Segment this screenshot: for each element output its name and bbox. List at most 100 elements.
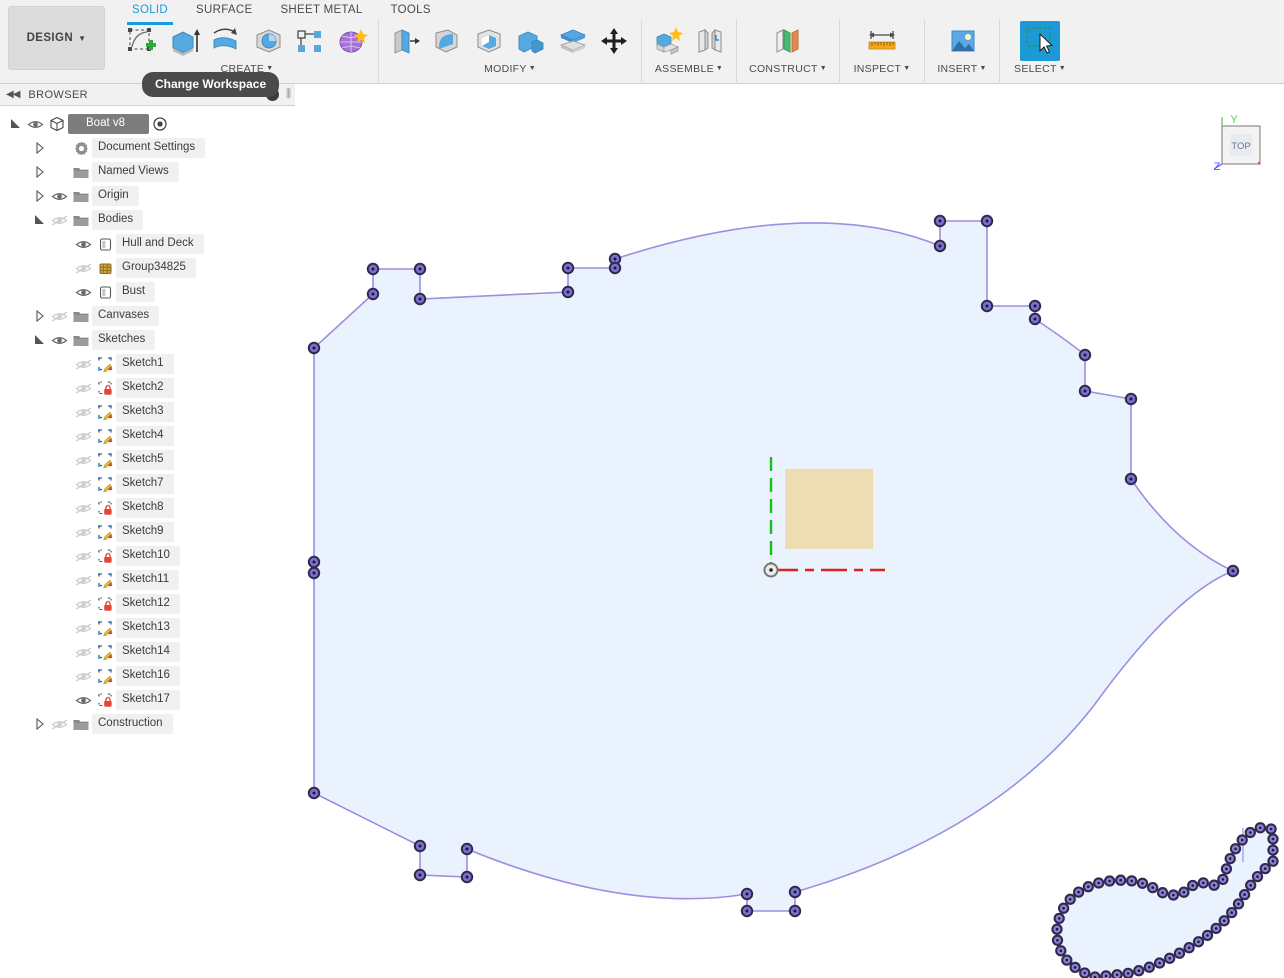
sketch-point[interactable] <box>366 287 380 301</box>
sketch-point[interactable] <box>1218 915 1230 927</box>
tree-node-label[interactable]: Sketch16 <box>116 666 180 686</box>
shell-icon[interactable] <box>469 21 509 61</box>
tree-node-sketch14[interactable]: Sketch14 <box>0 640 295 664</box>
tree-node-sketch2[interactable]: Sketch2 <box>0 376 295 400</box>
eye-hidden-icon[interactable] <box>72 256 94 280</box>
sketch-point[interactable] <box>1173 947 1186 959</box>
tree-node-label[interactable]: Sketch11 <box>116 570 180 590</box>
sketch-point[interactable] <box>1251 870 1264 883</box>
sketch-point[interactable] <box>1143 961 1155 973</box>
eye-hidden-icon[interactable] <box>72 376 94 400</box>
toolbar-group-construct-label[interactable]: CONSTRUCT ▼ <box>743 62 833 80</box>
sketch-point[interactable] <box>1238 888 1251 901</box>
tree-node-sketch10[interactable]: Sketch10 <box>0 544 295 568</box>
sketch-point[interactable] <box>1093 877 1105 889</box>
sketch-point[interactable] <box>1210 922 1222 935</box>
tab-sheet-metal[interactable]: SHEET METAL <box>266 0 376 22</box>
sketch-point[interactable] <box>1224 852 1236 865</box>
fillet-icon[interactable] <box>427 21 467 61</box>
sketch-point[interactable] <box>1124 472 1138 486</box>
tree-node-sketch3[interactable]: Sketch3 <box>0 400 295 424</box>
pattern-icon[interactable] <box>290 21 330 61</box>
workspace-switcher-button[interactable]: DESIGN ▼ <box>8 6 105 70</box>
eye-hidden-icon[interactable] <box>72 568 94 592</box>
sketch-point[interactable] <box>1147 881 1159 894</box>
eye-hidden-icon[interactable] <box>72 472 94 496</box>
construct-plane-icon[interactable] <box>768 21 808 61</box>
sketch-point[interactable] <box>1183 942 1195 954</box>
offset-face-icon[interactable] <box>553 21 593 61</box>
sketch-point[interactable] <box>460 870 474 884</box>
tree-twisty-closed-icon[interactable] <box>32 136 48 160</box>
sketch-point[interactable] <box>1267 833 1279 845</box>
sketch-point[interactable] <box>1069 961 1081 974</box>
tree-node-label[interactable]: Sketches <box>92 330 156 350</box>
sweep-icon[interactable] <box>248 21 288 61</box>
eye-hidden-icon[interactable] <box>72 616 94 640</box>
tree-node-label[interactable]: Bust <box>116 282 156 302</box>
sketch-point[interactable] <box>1226 564 1240 578</box>
tree-node-label[interactable]: Sketch3 <box>116 402 174 422</box>
sketch-point[interactable] <box>1028 299 1042 313</box>
tree-node-label[interactable]: Sketch14 <box>116 642 180 662</box>
eye-visible-icon[interactable] <box>48 328 70 352</box>
tree-node-label[interactable]: Sketch10 <box>116 546 180 566</box>
sketch-point[interactable] <box>1232 898 1245 910</box>
sketch-point[interactable] <box>1201 929 1214 942</box>
sketch-point[interactable] <box>1259 862 1271 875</box>
sketch-point[interactable] <box>980 299 994 313</box>
tree-node-sketch12[interactable]: Sketch12 <box>0 592 295 616</box>
sketch-point[interactable] <box>1187 879 1199 892</box>
eye-hidden-icon[interactable] <box>72 400 94 424</box>
tree-node-sketch1[interactable]: Sketch1 <box>0 352 295 376</box>
sketch-point[interactable] <box>307 566 321 580</box>
tab-surface[interactable]: SURFACE <box>182 0 266 22</box>
tree-node-sketch7[interactable]: Sketch7 <box>0 472 295 496</box>
sketch-point[interactable] <box>1153 957 1166 969</box>
eye-visible-icon[interactable] <box>72 280 94 304</box>
tree-node-named-views[interactable]: Named Views <box>0 160 295 184</box>
tree-node-label[interactable]: Sketch12 <box>116 594 180 614</box>
sketch-point[interactable] <box>1236 834 1248 846</box>
sketch-point[interactable] <box>1244 826 1256 839</box>
sketch-point[interactable] <box>1197 877 1209 889</box>
tree-node-document-settings[interactable]: Document Settings <box>0 136 295 160</box>
panel-resize-handle[interactable]: ⫼ <box>286 88 291 101</box>
sketch-point[interactable] <box>1217 873 1229 886</box>
tree-node-label[interactable]: Sketch4 <box>116 426 174 446</box>
joint-icon[interactable] <box>690 21 730 61</box>
sketch-point[interactable] <box>740 887 754 901</box>
new-component-icon[interactable] <box>648 21 688 61</box>
sketch-point[interactable] <box>1028 312 1042 326</box>
revolve-icon[interactable] <box>206 21 246 61</box>
sketch-point[interactable] <box>460 842 474 856</box>
sketch-point[interactable] <box>933 214 947 228</box>
tree-node-label[interactable]: Sketch9 <box>116 522 174 542</box>
toolbar-group-inspect-label[interactable]: INSPECT ▼ <box>846 62 918 80</box>
tree-node-bodies[interactable]: Bodies <box>0 208 295 232</box>
sketch-point[interactable] <box>1245 879 1257 891</box>
tree-node-sketch17[interactable]: Sketch17 <box>0 688 295 712</box>
press-pull-icon[interactable] <box>385 21 425 61</box>
sketch-point[interactable] <box>307 341 321 355</box>
tree-node-sketch8[interactable]: Sketch8 <box>0 496 295 520</box>
sketch-point[interactable] <box>1078 348 1092 362</box>
create-sketch-icon[interactable] <box>122 21 162 61</box>
tree-node-label[interactable]: Sketch2 <box>116 378 174 398</box>
eye-hidden-icon[interactable] <box>72 664 94 688</box>
toolbar-group-insert-label[interactable]: INSERT ▼ <box>931 62 993 80</box>
tree-twisty-closed-icon[interactable] <box>32 184 48 208</box>
activate-component-icon[interactable] <box>149 112 171 136</box>
eye-hidden-icon[interactable] <box>48 304 70 328</box>
eye-hidden-icon[interactable] <box>72 544 94 568</box>
sketch-point[interactable] <box>1115 874 1127 886</box>
sketch-point[interactable] <box>1082 881 1094 893</box>
sketch-point[interactable] <box>561 285 575 299</box>
tree-node-label[interactable]: Document Settings <box>92 138 206 158</box>
tree-node-label[interactable]: Origin <box>92 186 139 206</box>
design-canvas[interactable]: TOP Y Z <box>295 84 1284 978</box>
tree-node-label[interactable]: Bodies <box>92 210 144 230</box>
tree-node-label[interactable]: Hull and Deck <box>116 234 204 254</box>
sketch-point[interactable] <box>1156 887 1169 899</box>
tree-node-sketch11[interactable]: Sketch11 <box>0 568 295 592</box>
